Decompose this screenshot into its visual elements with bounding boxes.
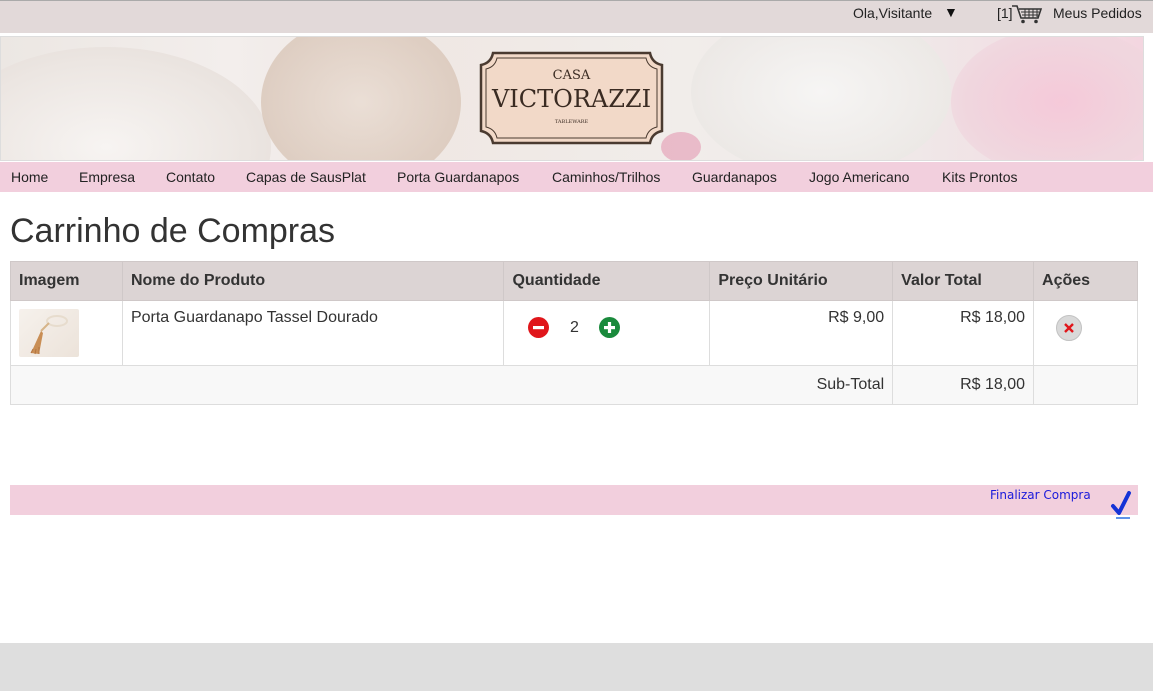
table-header-row: Imagem Nome do Produto Quantidade Preço … [10,261,1138,301]
column-header-quantity: Quantidade [503,261,711,301]
quantity-cell: 2 [503,300,711,366]
my-orders-link[interactable]: Meus Pedidos [1053,5,1142,21]
checkmark-icon[interactable] [1110,491,1134,521]
minus-icon[interactable] [528,317,550,338]
nav-item-caminhos[interactable]: Caminhos/Trilhos [552,169,660,185]
quantity-value: 2 [570,318,579,336]
banner-decoration [951,37,1143,160]
top-bar: Ola,Visitante ▼ [1] Meus Pedidos [0,0,1153,33]
banner-decoration [661,132,701,160]
logo-line-2: VICTORAZZI [491,85,651,113]
header-banner: CASA VICTORAZZI TABLEWARE [0,36,1144,161]
nav-item-home[interactable]: Home [11,169,48,185]
unit-price: R$ 9,00 [709,300,894,366]
close-icon [1064,323,1074,333]
nav-item-jogo-americano[interactable]: Jogo Americano [809,169,909,185]
casa-victorazzi-logo: CASA VICTORAZZI TABLEWARE [479,51,664,145]
product-name[interactable]: Porta Guardanapo Tassel Dourado [121,300,505,366]
remove-item-button[interactable] [1056,315,1083,341]
quantity-stepper: 2 [528,317,701,338]
nav-item-contato[interactable]: Contato [166,169,215,185]
table-row: Porta Guardanapo Tassel Dourado 2 R$ 9,0… [10,300,1138,366]
subtotal-row: Sub-Total R$ 18,00 [9,365,1138,405]
nav-item-empresa[interactable]: Empresa [79,169,135,185]
shopping-cart-icon[interactable] [1011,4,1043,24]
cart-table: Imagem Nome do Produto Quantidade Preço … [9,261,1138,405]
column-header-unit-price: Preço Unitário [709,261,894,301]
subtotal-label: Sub-Total [9,365,894,405]
product-image-cell [10,300,123,366]
banner-decoration [261,37,461,160]
column-header-image: Imagem [10,261,123,301]
page-title: Carrinho de Compras [10,212,336,250]
subtotal-value: R$ 18,00 [892,365,1035,405]
logo-line-3: TABLEWARE [555,119,589,125]
nav-item-porta-guardanapos[interactable]: Porta Guardanapos [397,169,519,185]
finalize-purchase-link[interactable]: Finalizar Compra [990,488,1091,502]
column-header-total: Valor Total [892,261,1035,301]
banner-decoration [691,37,951,160]
nav-item-capas[interactable]: Capas de SausPlat [246,169,366,185]
user-greeting[interactable]: Ola,Visitante [853,5,932,21]
nav-item-kits-prontos[interactable]: Kits Prontos [942,169,1017,185]
column-header-product: Nome do Produto [121,261,505,301]
main-nav: Home Empresa Contato Capas de SausPlat P… [0,162,1153,192]
logo-line-1: CASA [553,68,591,83]
checkout-bar: Finalizar Compra [10,485,1138,519]
nav-item-guardanapos[interactable]: Guardanapos [692,169,777,185]
plus-icon[interactable] [599,317,621,338]
chevron-down-icon[interactable]: ▼ [944,4,958,20]
subtotal-empty-cell [1033,365,1138,405]
actions-cell [1033,300,1138,366]
banner-decoration [1,47,271,160]
column-header-actions: Ações [1033,261,1138,301]
product-thumbnail[interactable] [19,309,79,357]
tassel-image-icon [30,315,68,355]
line-total: R$ 18,00 [892,300,1035,366]
footer [0,643,1153,691]
